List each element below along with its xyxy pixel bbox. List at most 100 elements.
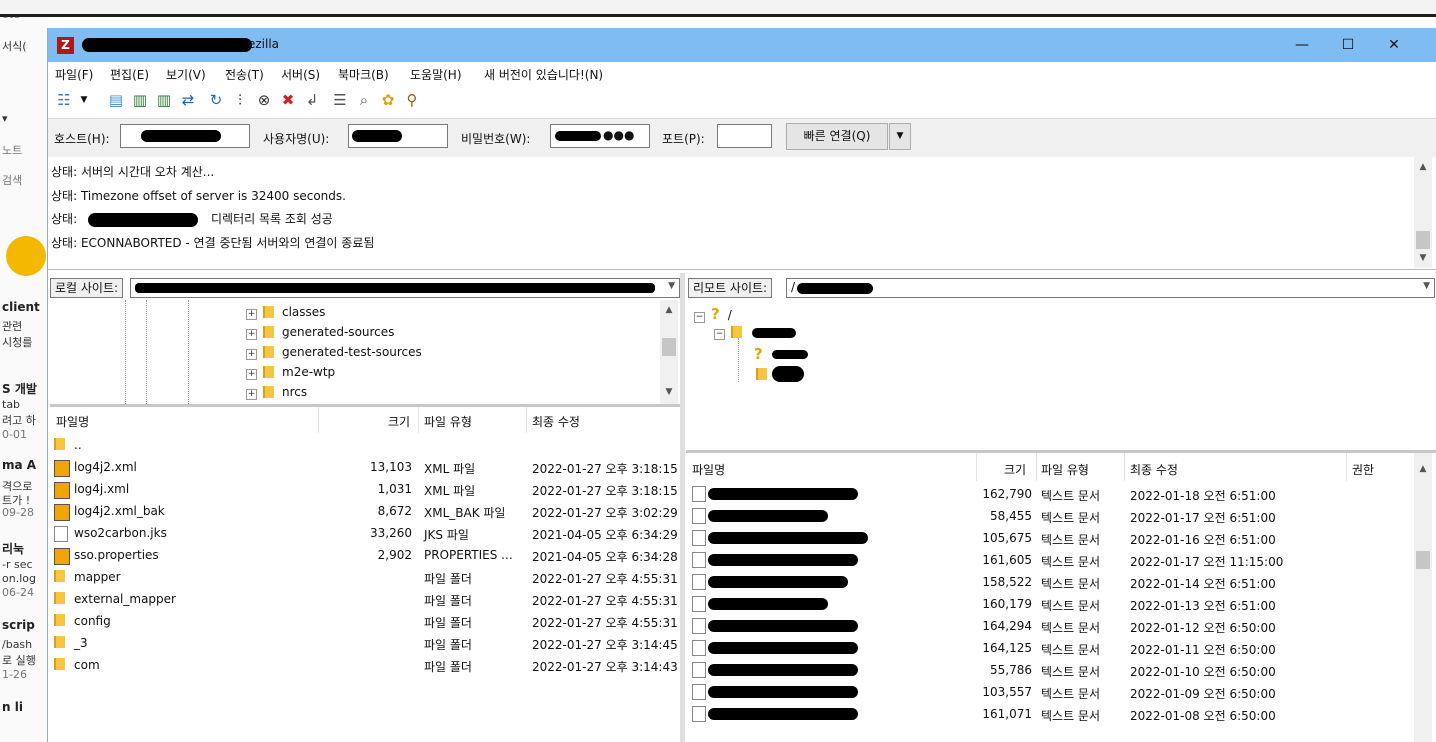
table-row[interactable]: 103,557 텍스트 문서 2022-01-09 오전 6:50:00 [686, 681, 1406, 703]
table-row[interactable]: _3 파일 폴더 2022-01-27 오후 3:14:45 [50, 633, 678, 655]
tree-item[interactable]: + classes [246, 305, 325, 320]
col-filename[interactable]: 파일명 [56, 413, 89, 430]
menu-transfer[interactable]: 전송(T) [225, 66, 264, 83]
menu-edit[interactable]: 편집(E) [110, 66, 149, 83]
table-row[interactable]: mapper 파일 폴더 2022-01-27 오후 4:55:31 [50, 567, 678, 589]
remote-file-scrollbar[interactable]: ▲ [1414, 453, 1432, 742]
file-modified: 2022-01-10 오전 6:50:00 [1130, 665, 1276, 679]
table-row[interactable]: log4j2.xml_bak 8,672 XML_BAK 파일 2022-01-27 … [50, 501, 678, 523]
quickconnect-dropdown-icon[interactable]: ▼ [889, 123, 911, 150]
menu-new-version[interactable]: 새 버전이 있습니다!(N) [484, 66, 603, 83]
close-button[interactable]: ✕ [1371, 28, 1417, 62]
remote-site-path[interactable]: / ▼ [786, 278, 1435, 298]
local-file-list[interactable]: 파일명 크기 파일 유형 최종 수정 .. log4j2.xml 13,103 XML… [50, 407, 680, 742]
col-size[interactable]: 크기 [388, 413, 410, 430]
table-row[interactable]: 164,294 텍스트 문서 2022-01-12 오전 6:50:00 [686, 615, 1406, 637]
pane-splitter[interactable] [680, 273, 685, 742]
tree-item[interactable]: − [714, 325, 750, 340]
menu-server[interactable]: 서버(S) [281, 66, 320, 83]
menu-help[interactable]: 도움말(H) [410, 66, 462, 83]
search-icon[interactable]: ⚲ [402, 90, 422, 110]
scroll-thumb[interactable] [1416, 551, 1430, 569]
table-row[interactable]: 58,455 텍스트 문서 2022-01-17 오전 6:51:00 [686, 505, 1406, 527]
local-tree-icon[interactable]: ▥ [130, 90, 150, 110]
remote-tree-icon[interactable]: ▥ [154, 90, 174, 110]
tree-item[interactable]: + generated-test-sources [246, 345, 422, 360]
chevron-down-icon[interactable]: ▼ [668, 281, 675, 291]
table-row[interactable]: 164,125 텍스트 문서 2022-01-11 오전 6:50:00 [686, 637, 1406, 659]
tree-item-root[interactable]: −? / [694, 305, 732, 323]
cancel-icon[interactable]: ⊗ [254, 90, 274, 110]
expand-icon[interactable]: + [246, 349, 257, 360]
tree-item[interactable]: + generated-sources [246, 325, 394, 340]
compare-icon[interactable]: ⌕ [354, 90, 374, 110]
quickconnect-button[interactable]: 빠른 연결(Q) [786, 123, 888, 150]
table-row[interactable]: wso2carbon.jks 33,260 JKS 파일 2021-04-05 오후 … [50, 523, 678, 545]
table-row[interactable]: 161,071 텍스트 문서 2022-01-08 오전 6:50:00 [686, 703, 1406, 725]
chevron-down-icon[interactable]: ▼ [1423, 281, 1430, 291]
text-file-icon [692, 596, 706, 612]
transfer-queue-icon[interactable]: ⇄ [178, 90, 198, 110]
process-queue-icon[interactable]: ⫶ [230, 90, 250, 110]
table-row[interactable]: 162,790 텍스트 문서 2022-01-18 오전 6:51:00 [686, 483, 1406, 505]
minimize-button[interactable]: — [1279, 28, 1325, 62]
collapse-icon[interactable]: − [694, 312, 705, 323]
username-input[interactable] [348, 124, 448, 148]
dropdown-arrow-icon[interactable]: ▼ [78, 90, 90, 110]
scroll-thumb[interactable] [1416, 231, 1430, 249]
menu-view[interactable]: 보기(V) [166, 66, 206, 83]
table-row[interactable]: 55,786 텍스트 문서 2022-01-10 오전 6:50:00 [686, 659, 1406, 681]
menu-file[interactable]: 파일(F) [55, 66, 93, 83]
local-site-path[interactable]: ▼ [130, 278, 680, 298]
table-row[interactable]: 158,522 텍스트 문서 2022-01-14 오전 6:51:00 [686, 571, 1406, 593]
table-row[interactable]: 160,179 텍스트 문서 2022-01-13 오전 6:51:00 [686, 593, 1406, 615]
expand-icon[interactable]: + [246, 369, 257, 380]
background-app-text: n li [2, 700, 23, 714]
disconnect-icon[interactable]: ✖ [278, 90, 298, 110]
table-row[interactable]: external_mapper 파일 폴더 2022-01-27 오후 4:55:3… [50, 589, 678, 611]
scroll-up-icon[interactable]: ▲ [1415, 461, 1431, 477]
collapse-icon[interactable]: − [714, 329, 725, 340]
table-row[interactable]: 105,675 텍스트 문서 2022-01-16 오전 6:51:00 [686, 527, 1406, 549]
col-modified[interactable]: 최종 수정 [532, 413, 580, 430]
folder-icon [54, 658, 65, 670]
table-row[interactable]: 161,605 텍스트 문서 2022-01-17 오전 11:15:00 [686, 549, 1406, 571]
site-manager-icon[interactable]: ☷ [54, 90, 74, 110]
local-tree-scrollbar[interactable]: ▲ ▼ [660, 300, 678, 404]
refresh-icon[interactable]: ↻ [206, 90, 226, 110]
table-row[interactable]: log4j2.xml 13,103 XML 파일 2022-01-27 오후 3:18… [50, 457, 678, 479]
tree-item[interactable]: + nrcs [246, 385, 307, 400]
host-input[interactable] [120, 124, 250, 148]
remote-file-list[interactable]: 파일명 크기 파일 유형 최종 수정 권한 162,790 텍스트 문서 2022-… [686, 453, 1436, 742]
message-log[interactable]: 상태: 서버의 시간대 오차 계산... 상태: Timezone offset… [48, 157, 1436, 270]
scroll-down-icon[interactable]: ▼ [661, 384, 677, 400]
col-type[interactable]: 파일 유형 [1041, 461, 1089, 478]
col-permissions[interactable]: 권한 [1352, 461, 1374, 478]
log-scrollbar[interactable]: ▲ ▼ [1414, 157, 1432, 268]
scroll-up-icon[interactable]: ▲ [1415, 159, 1431, 175]
sync-browse-icon[interactable]: ✿ [378, 90, 398, 110]
table-row[interactable]: sso.properties 2,902 PROPERTIES ... 2021-04… [50, 545, 678, 567]
expand-icon[interactable]: + [246, 389, 257, 400]
table-row[interactable]: log4j.xml 1,031 XML 파일 2022-01-27 오후 3:18:1… [50, 479, 678, 501]
expand-icon[interactable]: + [246, 329, 257, 340]
table-row[interactable]: com 파일 폴더 2022-01-27 오후 3:14:43 [50, 655, 678, 677]
menu-bookmarks[interactable]: 북마크(B) [338, 66, 389, 83]
scroll-up-icon[interactable]: ▲ [661, 302, 677, 318]
message-log-icon[interactable]: ▤ [106, 90, 126, 110]
col-filename[interactable]: 파일명 [692, 461, 725, 478]
expand-icon[interactable]: + [246, 309, 257, 320]
tree-item[interactable]: + m2e-wtp [246, 365, 335, 380]
scroll-down-icon[interactable]: ▼ [1415, 250, 1431, 266]
filter-icon[interactable]: ☰ [330, 90, 350, 110]
col-size[interactable]: 크기 [1004, 461, 1026, 478]
port-input[interactable] [717, 124, 772, 148]
table-row[interactable]: config 파일 폴더 2022-01-27 오후 4:55:31 [50, 611, 678, 633]
reconnect-icon[interactable]: ↲ [302, 90, 322, 110]
maximize-button[interactable]: ☐ [1325, 28, 1371, 62]
col-modified[interactable]: 최종 수정 [1130, 461, 1178, 478]
col-type[interactable]: 파일 유형 [424, 413, 472, 430]
scroll-thumb[interactable] [662, 338, 676, 356]
table-row[interactable]: .. [50, 435, 660, 457]
password-input[interactable]: ●●● [550, 124, 650, 148]
